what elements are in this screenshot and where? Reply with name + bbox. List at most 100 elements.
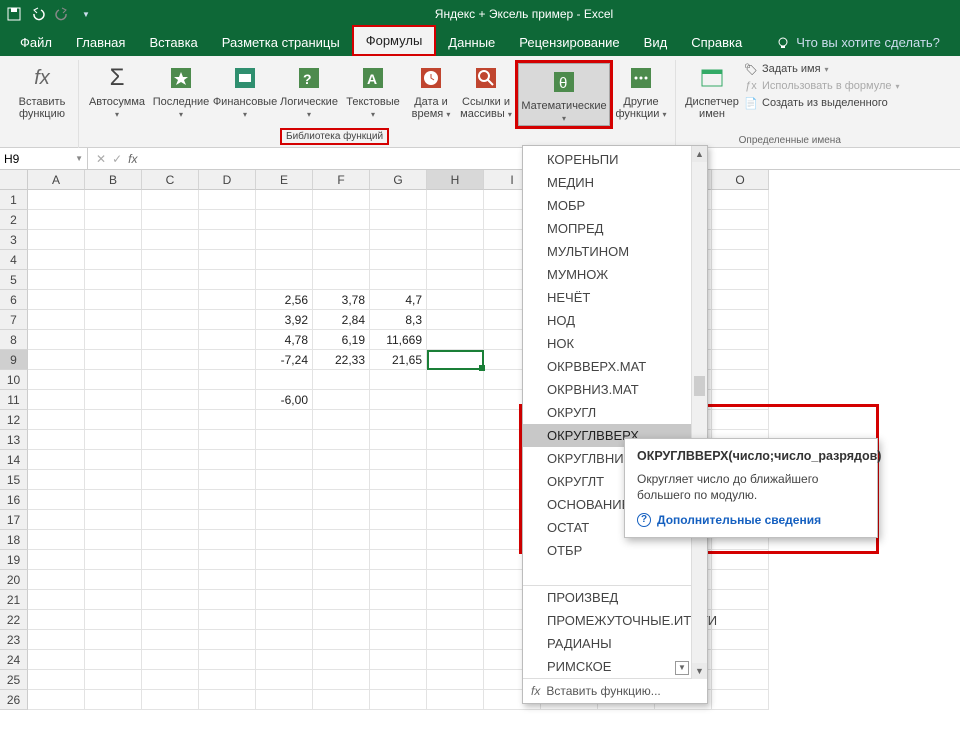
- create-from-selection-button[interactable]: 📄Создать из выделенного: [744, 96, 900, 110]
- dropdown-item[interactable]: РАДИАНЫ: [523, 632, 707, 655]
- scroll-down-icon[interactable]: ▼: [692, 663, 707, 679]
- cell-A14[interactable]: [28, 450, 85, 470]
- cell-B5[interactable]: [85, 270, 142, 290]
- cell-H7[interactable]: [427, 310, 484, 330]
- cancel-icon[interactable]: ✕: [96, 152, 106, 166]
- cell-E8[interactable]: 4,78: [256, 330, 313, 350]
- qat-dropdown-icon[interactable]: ▼: [78, 6, 94, 22]
- cell-E19[interactable]: [256, 550, 313, 570]
- cell-E7[interactable]: 3,92: [256, 310, 313, 330]
- cell-A10[interactable]: [28, 370, 85, 390]
- cell-D9[interactable]: [199, 350, 256, 370]
- lookup-button[interactable]: Ссылки имассивы ▾: [457, 60, 515, 129]
- cell-E9[interactable]: -7,24: [256, 350, 313, 370]
- cell-O20[interactable]: [712, 570, 769, 590]
- cell-H19[interactable]: [427, 550, 484, 570]
- scroll-thumb[interactable]: [694, 376, 705, 396]
- cell-B15[interactable]: [85, 470, 142, 490]
- cell-H3[interactable]: [427, 230, 484, 250]
- cell-B4[interactable]: [85, 250, 142, 270]
- cell-H25[interactable]: [427, 670, 484, 690]
- enter-icon[interactable]: ✓: [112, 152, 122, 166]
- cell-G14[interactable]: [370, 450, 427, 470]
- cell-D23[interactable]: [199, 630, 256, 650]
- cell-F4[interactable]: [313, 250, 370, 270]
- cell-E10[interactable]: [256, 370, 313, 390]
- use-in-formula-button[interactable]: ƒxИспользовать в формуле ▾: [744, 79, 900, 93]
- cell-F14[interactable]: [313, 450, 370, 470]
- cell-A3[interactable]: [28, 230, 85, 250]
- row-header-23[interactable]: 23: [0, 630, 28, 650]
- cell-F24[interactable]: [313, 650, 370, 670]
- col-header-D[interactable]: D: [199, 170, 256, 190]
- name-box-dropdown-icon[interactable]: ▼: [75, 154, 83, 163]
- cell-H6[interactable]: [427, 290, 484, 310]
- dropdown-item[interactable]: ОКРВНИЗ.МАТ: [523, 378, 707, 401]
- cell-O11[interactable]: [712, 390, 769, 410]
- cell-A23[interactable]: [28, 630, 85, 650]
- cell-D15[interactable]: [199, 470, 256, 490]
- redo-icon[interactable]: [54, 6, 70, 22]
- cell-H1[interactable]: [427, 190, 484, 210]
- cell-A24[interactable]: [28, 650, 85, 670]
- cell-A15[interactable]: [28, 470, 85, 490]
- cell-C12[interactable]: [142, 410, 199, 430]
- cell-F2[interactable]: [313, 210, 370, 230]
- logical-button[interactable]: ? Логические ▾: [277, 60, 341, 129]
- cell-C22[interactable]: [142, 610, 199, 630]
- cell-E15[interactable]: [256, 470, 313, 490]
- cell-F22[interactable]: [313, 610, 370, 630]
- dropdown-item[interactable]: ПРОИЗВЕД: [523, 586, 707, 609]
- cell-B1[interactable]: [85, 190, 142, 210]
- name-box[interactable]: H9 ▼: [0, 148, 88, 170]
- cell-D16[interactable]: [199, 490, 256, 510]
- cell-E12[interactable]: [256, 410, 313, 430]
- dropdown-scrollbar[interactable]: ▲ ▼: [691, 146, 707, 679]
- cell-A5[interactable]: [28, 270, 85, 290]
- cell-A11[interactable]: [28, 390, 85, 410]
- cell-C16[interactable]: [142, 490, 199, 510]
- cell-G4[interactable]: [370, 250, 427, 270]
- cell-A13[interactable]: [28, 430, 85, 450]
- cell-C1[interactable]: [142, 190, 199, 210]
- cell-D21[interactable]: [199, 590, 256, 610]
- cell-B21[interactable]: [85, 590, 142, 610]
- cell-G13[interactable]: [370, 430, 427, 450]
- tooltip-more-info-link[interactable]: ? Дополнительные сведения: [637, 513, 865, 527]
- cell-C3[interactable]: [142, 230, 199, 250]
- date-button[interactable]: Дата ивремя ▾: [405, 60, 457, 129]
- cell-G10[interactable]: [370, 370, 427, 390]
- cell-F17[interactable]: [313, 510, 370, 530]
- cell-D24[interactable]: [199, 650, 256, 670]
- cell-O8[interactable]: [712, 330, 769, 350]
- cell-C2[interactable]: [142, 210, 199, 230]
- cell-G5[interactable]: [370, 270, 427, 290]
- row-header-18[interactable]: 18: [0, 530, 28, 550]
- cell-O6[interactable]: [712, 290, 769, 310]
- cell-D2[interactable]: [199, 210, 256, 230]
- financial-button[interactable]: Финансовые ▾: [213, 60, 277, 129]
- cell-G21[interactable]: [370, 590, 427, 610]
- math-functions-dropdown[interactable]: КОРЕНЬПИМЕДИНМОБРМОПРЕДМУЛЬТИНОММУМНОЖНЕ…: [522, 145, 708, 704]
- dropdown-item[interactable]: МОПРЕД: [523, 217, 707, 240]
- cell-A25[interactable]: [28, 670, 85, 690]
- col-header-E[interactable]: E: [256, 170, 313, 190]
- cell-C14[interactable]: [142, 450, 199, 470]
- cell-F12[interactable]: [313, 410, 370, 430]
- cell-H15[interactable]: [427, 470, 484, 490]
- cell-D4[interactable]: [199, 250, 256, 270]
- cell-F23[interactable]: [313, 630, 370, 650]
- cell-D26[interactable]: [199, 690, 256, 710]
- cell-D12[interactable]: [199, 410, 256, 430]
- text-button[interactable]: A Текстовые ▾: [341, 60, 405, 129]
- cell-A2[interactable]: [28, 210, 85, 230]
- cell-D3[interactable]: [199, 230, 256, 250]
- cell-B20[interactable]: [85, 570, 142, 590]
- cell-C6[interactable]: [142, 290, 199, 310]
- cell-E24[interactable]: [256, 650, 313, 670]
- cell-F11[interactable]: [313, 390, 370, 410]
- cell-G20[interactable]: [370, 570, 427, 590]
- cell-F26[interactable]: [313, 690, 370, 710]
- cell-D17[interactable]: [199, 510, 256, 530]
- cell-A17[interactable]: [28, 510, 85, 530]
